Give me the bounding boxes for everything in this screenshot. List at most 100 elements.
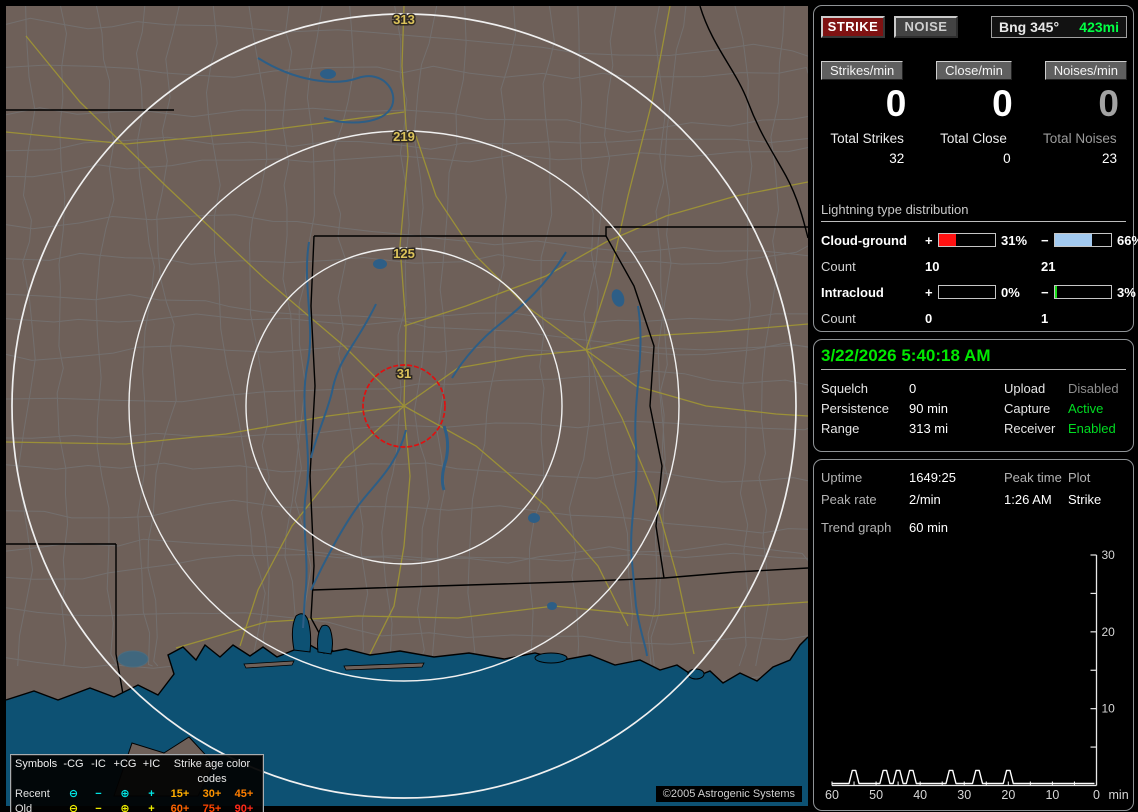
datetime-display: 3/22/2026 5:40:18 AM	[821, 346, 991, 365]
range-ring-label: 125	[393, 246, 415, 261]
trend-window-value: 60 min	[909, 519, 949, 535]
peak-time-value: 1:26 AM	[1004, 491, 1052, 507]
distribution-title: Lightning type distribution	[821, 202, 1126, 222]
noises-per-min-value: 0	[1098, 83, 1119, 124]
strike-legend: Symbols -CG -IC +CG +IC Strike age color…	[10, 754, 264, 812]
noise-button[interactable]: NOISE	[894, 15, 958, 38]
plus-sign: +	[925, 284, 933, 300]
cloud-ground-label: Cloud-ground	[821, 232, 907, 248]
persistence-value: 90 min	[909, 400, 949, 416]
legend-age-title: Strike age color codes	[173, 758, 251, 785]
svg-text:60: 60	[825, 788, 839, 802]
status-panel: 3/22/2026 5:40:18 AM Squelch 0 Upload Di…	[813, 339, 1134, 452]
legend-col-neg-ic: -IC	[91, 758, 106, 770]
pos-ic-recent-icon: +	[148, 788, 155, 800]
svg-text:10: 10	[1102, 702, 1116, 716]
ic-negative-pct: 3%	[1117, 284, 1136, 300]
ic-negative-count: 1	[1041, 310, 1049, 326]
svg-text:40: 40	[913, 788, 927, 802]
upload-label: Upload	[1004, 380, 1046, 396]
capture-label: Capture	[1004, 400, 1051, 416]
cg-positive-pct: 31%	[1001, 232, 1028, 248]
age-code-45: 45+	[234, 788, 254, 800]
map-canvas[interactable]: 313 219 125 31	[6, 6, 808, 806]
count-label: Count	[821, 310, 856, 326]
age-code-30: 30+	[202, 788, 222, 800]
range-label: Range	[821, 420, 860, 436]
strikes-per-min-header[interactable]: Strikes/min	[821, 61, 904, 80]
legend-symbols-title: Symbols	[15, 758, 58, 770]
legend-old-label: Old	[15, 803, 33, 812]
trend-graph-label: Trend graph	[821, 519, 892, 535]
capture-status: Active	[1068, 400, 1104, 416]
ic-negative-bar	[1054, 285, 1112, 299]
upload-status: Disabled	[1068, 380, 1119, 396]
close-per-min-value: 0	[992, 83, 1013, 124]
receiver-status: Enabled	[1068, 420, 1116, 436]
age-code-90: 90+	[234, 803, 254, 812]
total-close-value: 0	[1003, 151, 1011, 166]
minus-sign: −	[1041, 284, 1049, 300]
cg-negative-pct: 66%	[1117, 232, 1138, 248]
persistence-label: Persistence	[821, 400, 889, 416]
age-code-15: 15+	[170, 788, 190, 800]
svg-text:10: 10	[1045, 788, 1059, 802]
svg-text:50: 50	[869, 788, 883, 802]
ic-positive-pct: 0%	[1001, 284, 1020, 300]
neg-cg-old-icon: ⊖	[68, 803, 79, 812]
total-close-label: Total Close	[940, 131, 1007, 146]
range-value: 313 mi	[909, 420, 949, 436]
svg-text:20: 20	[1001, 788, 1015, 802]
pos-cg-recent-icon: ⊕	[120, 788, 130, 800]
range-ring-label: 313	[393, 12, 415, 27]
legend-recent-label: Recent	[15, 788, 50, 800]
lightning-map[interactable]: 313 219 125 31 Symbols -CG -IC +CG +IC S…	[6, 6, 808, 812]
plus-sign: +	[925, 232, 933, 248]
uptime-value: 1649:25	[909, 469, 956, 485]
peak-time-label: Peak time	[1004, 469, 1062, 485]
close-per-min-header[interactable]: Close/min	[936, 61, 1012, 80]
neg-ic-recent-icon: −	[95, 788, 102, 800]
legend-col-pos-ic: +IC	[142, 758, 161, 770]
svg-text:30: 30	[957, 788, 971, 802]
trend-panel: Uptime 1649:25 Peak time Plot Peak rate …	[813, 459, 1134, 811]
svg-text:20: 20	[1102, 625, 1116, 639]
trend-chart: 10 20 30 60 50 40 30 20 10 0 min	[825, 548, 1129, 802]
pos-cg-old-icon: ⊕	[120, 803, 130, 812]
copyright: ©2005 Astrogenic Systems	[655, 786, 802, 802]
minus-sign: −	[1041, 232, 1049, 248]
strike-counter-panel: STRIKE NOISE Bng 345° 423mi Strikes/min …	[813, 5, 1138, 332]
noises-per-min-header[interactable]: Noises/min	[1044, 61, 1127, 80]
strikes-per-min-value: 0	[885, 83, 907, 124]
intracloud-label: Intracloud	[821, 284, 884, 300]
receiver-label: Receiver	[1004, 420, 1056, 436]
bearing-label: Bng 345°	[999, 18, 1060, 35]
range-ring-label: 31	[397, 366, 411, 381]
cg-negative-count: 21	[1041, 258, 1056, 274]
peak-rate-value: 2/min	[909, 491, 941, 507]
pos-ic-old-icon: +	[148, 803, 155, 812]
count-label: Count	[821, 258, 856, 274]
total-strikes-label: Total Strikes	[830, 131, 904, 146]
neg-ic-old-icon: −	[95, 803, 102, 812]
ic-positive-count: 0	[925, 310, 933, 326]
svg-text:min: min	[1109, 788, 1129, 802]
age-code-60: 60+	[170, 803, 190, 812]
bearing-readout: Bng 345° 423mi	[991, 15, 1127, 38]
svg-text:30: 30	[1102, 548, 1116, 562]
total-strikes-value: 32	[889, 151, 905, 166]
strike-button[interactable]: STRIKE	[821, 15, 885, 38]
ic-positive-bar	[938, 285, 996, 299]
total-noises-value: 23	[1101, 151, 1117, 166]
total-noises-label: Total Noises	[1043, 131, 1117, 146]
app-window: 313 219 125 31 Symbols -CG -IC +CG +IC S…	[0, 0, 1138, 812]
cg-negative-bar	[1054, 233, 1112, 247]
legend-col-pos-cg: +CG	[113, 758, 137, 770]
svg-text:0: 0	[1093, 788, 1100, 802]
plot-value: Strike	[1068, 491, 1102, 507]
neg-cg-recent-icon: ⊖	[68, 788, 79, 800]
squelch-value: 0	[909, 380, 917, 396]
cg-positive-bar	[938, 233, 996, 247]
legend-col-neg-cg: -CG	[63, 758, 84, 770]
age-code-75: 75+	[202, 803, 222, 812]
